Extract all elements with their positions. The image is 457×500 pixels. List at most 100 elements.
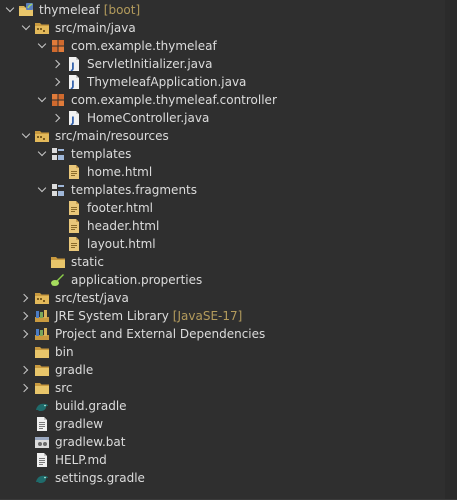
html-file-icon xyxy=(66,218,82,234)
tree-item[interactable]: static xyxy=(0,253,457,271)
tree-item-label: Project and External Dependencies xyxy=(55,327,266,341)
properties-file-icon xyxy=(50,272,66,288)
tree-item-decoration: [JavaSE-17] xyxy=(172,309,243,323)
tree-item[interactable]: com.example.thymeleaf xyxy=(0,37,457,55)
tree-item-label: static xyxy=(71,255,104,269)
tree-item[interactable]: HELP.md xyxy=(0,451,457,469)
folder-icon xyxy=(34,380,50,396)
folder-icon xyxy=(50,254,66,270)
tree-item-label: footer.html xyxy=(87,201,153,215)
tree-item-label: header.html xyxy=(87,219,160,233)
html-file-icon xyxy=(66,236,82,252)
project-icon xyxy=(18,2,34,18)
html-file-icon xyxy=(66,164,82,180)
tree-item-label: build.gradle xyxy=(55,399,127,413)
chevron-right-icon[interactable] xyxy=(51,55,64,73)
tree-item-label: com.example.thymeleaf.controller xyxy=(71,93,277,107)
chevron-down-icon[interactable] xyxy=(20,19,32,37)
tree-item[interactable]: settings.gradle xyxy=(0,469,457,487)
html-file-icon xyxy=(66,200,82,216)
tree-item[interactable]: Project and External Dependencies xyxy=(0,325,457,343)
tree-item-label: ThymeleafApplication.java xyxy=(87,75,247,89)
tree-item[interactable]: bin xyxy=(0,343,457,361)
tree-item[interactable]: J ServletInitializer.java xyxy=(0,55,457,73)
tree-item[interactable]: J ThymeleafApplication.java xyxy=(0,73,457,91)
tree-item[interactable]: build.gradle xyxy=(0,397,457,415)
library-icon xyxy=(34,308,50,324)
tree-item[interactable]: src/main/java xyxy=(0,19,457,37)
java-file-icon: J xyxy=(66,56,82,72)
tree-item[interactable]: gradle xyxy=(0,361,457,379)
tree-item[interactable]: templates xyxy=(0,145,457,163)
svg-text:J: J xyxy=(70,80,74,90)
tree-item-label: templates xyxy=(71,147,132,161)
text-file-icon xyxy=(34,416,50,432)
tree-item-label: thymeleaf xyxy=(39,3,100,17)
package-icon xyxy=(50,38,66,54)
chevron-down-icon[interactable] xyxy=(36,145,48,163)
library-icon xyxy=(34,326,50,342)
tree-item-label: settings.gradle xyxy=(55,471,145,485)
chevron-right-icon[interactable] xyxy=(19,307,32,325)
tree-item-label: HomeController.java xyxy=(87,111,210,125)
tree-item[interactable]: src/test/java xyxy=(0,289,457,307)
tree-item[interactable]: footer.html xyxy=(0,199,457,217)
vertical-scrollbar[interactable] xyxy=(445,0,457,500)
package-icon xyxy=(50,92,66,108)
tree-item[interactable]: gradlew xyxy=(0,415,457,433)
chevron-right-icon[interactable] xyxy=(19,289,32,307)
tree-item[interactable]: src/main/resources xyxy=(0,127,457,145)
project-explorer-tree: thymeleaf [boot] src/main/java com.example.… xyxy=(0,0,457,500)
chevron-right-icon[interactable] xyxy=(51,109,64,127)
tree-item[interactable]: application.properties xyxy=(0,271,457,289)
chevron-right-icon[interactable] xyxy=(19,361,32,379)
tree-item-label: bin xyxy=(55,345,74,359)
tree-item[interactable]: home.html xyxy=(0,163,457,181)
tree-item[interactable]: layout.html xyxy=(0,235,457,253)
tree-item-label: gradlew.bat xyxy=(55,435,126,449)
gradle-file-icon xyxy=(34,470,50,486)
bat-file-icon xyxy=(34,434,50,450)
tree-item[interactable]: com.example.thymeleaf.controller xyxy=(0,91,457,109)
chevron-down-icon[interactable] xyxy=(4,1,16,19)
tree-item[interactable]: J HomeController.java xyxy=(0,109,457,127)
tree-item-label: gradle xyxy=(55,363,94,377)
chevron-down-icon[interactable] xyxy=(36,181,48,199)
folder-icon xyxy=(34,362,50,378)
chevron-down-icon[interactable] xyxy=(36,91,48,109)
gradle-file-icon xyxy=(34,398,50,414)
tree-item-label: src/main/java xyxy=(55,21,136,35)
tree-item[interactable]: thymeleaf [boot] xyxy=(0,1,444,19)
tree-item-label: HELP.md xyxy=(55,453,107,467)
templates-folder-icon xyxy=(50,146,66,162)
tree-item-label: gradlew xyxy=(55,417,104,431)
tree-item[interactable]: templates.fragments xyxy=(0,181,457,199)
tree-item[interactable]: gradlew.bat xyxy=(0,433,457,451)
tree-item-label: JRE System Library xyxy=(55,309,169,323)
tree-item-label: src/test/java xyxy=(55,291,129,305)
tree-item[interactable]: JRE System Library [JavaSE-17] xyxy=(0,307,457,325)
chevron-right-icon[interactable] xyxy=(19,325,32,343)
chevron-right-icon[interactable] xyxy=(51,73,64,91)
tree-item[interactable]: header.html xyxy=(0,217,457,235)
java-file-icon: J xyxy=(66,110,82,126)
chevron-right-icon[interactable] xyxy=(19,379,32,397)
source-folder-icon xyxy=(34,20,50,36)
chevron-down-icon[interactable] xyxy=(36,37,48,55)
chevron-down-icon[interactable] xyxy=(20,127,32,145)
tree-item[interactable]: src xyxy=(0,379,457,397)
tree-item-label: com.example.thymeleaf xyxy=(71,39,217,53)
templates-folder-icon xyxy=(50,182,66,198)
tree-item-label: ServletInitializer.java xyxy=(87,57,213,71)
tree-item-label: application.properties xyxy=(71,273,203,287)
source-folder-icon xyxy=(34,128,50,144)
